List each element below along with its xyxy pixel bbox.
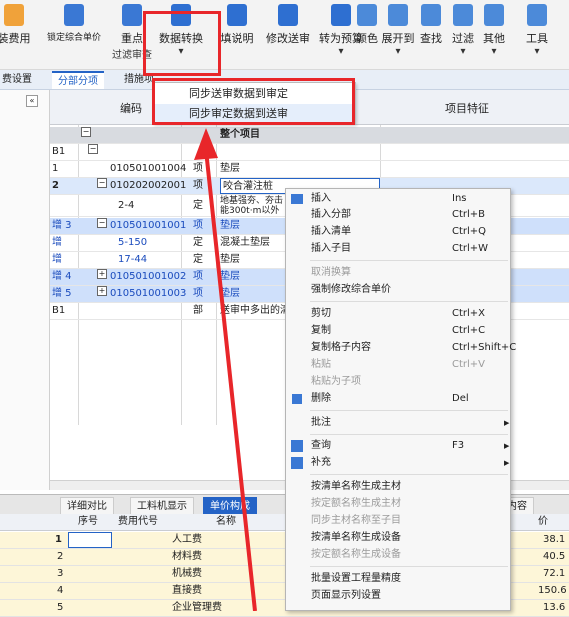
annotation-arrow [194,128,257,611]
